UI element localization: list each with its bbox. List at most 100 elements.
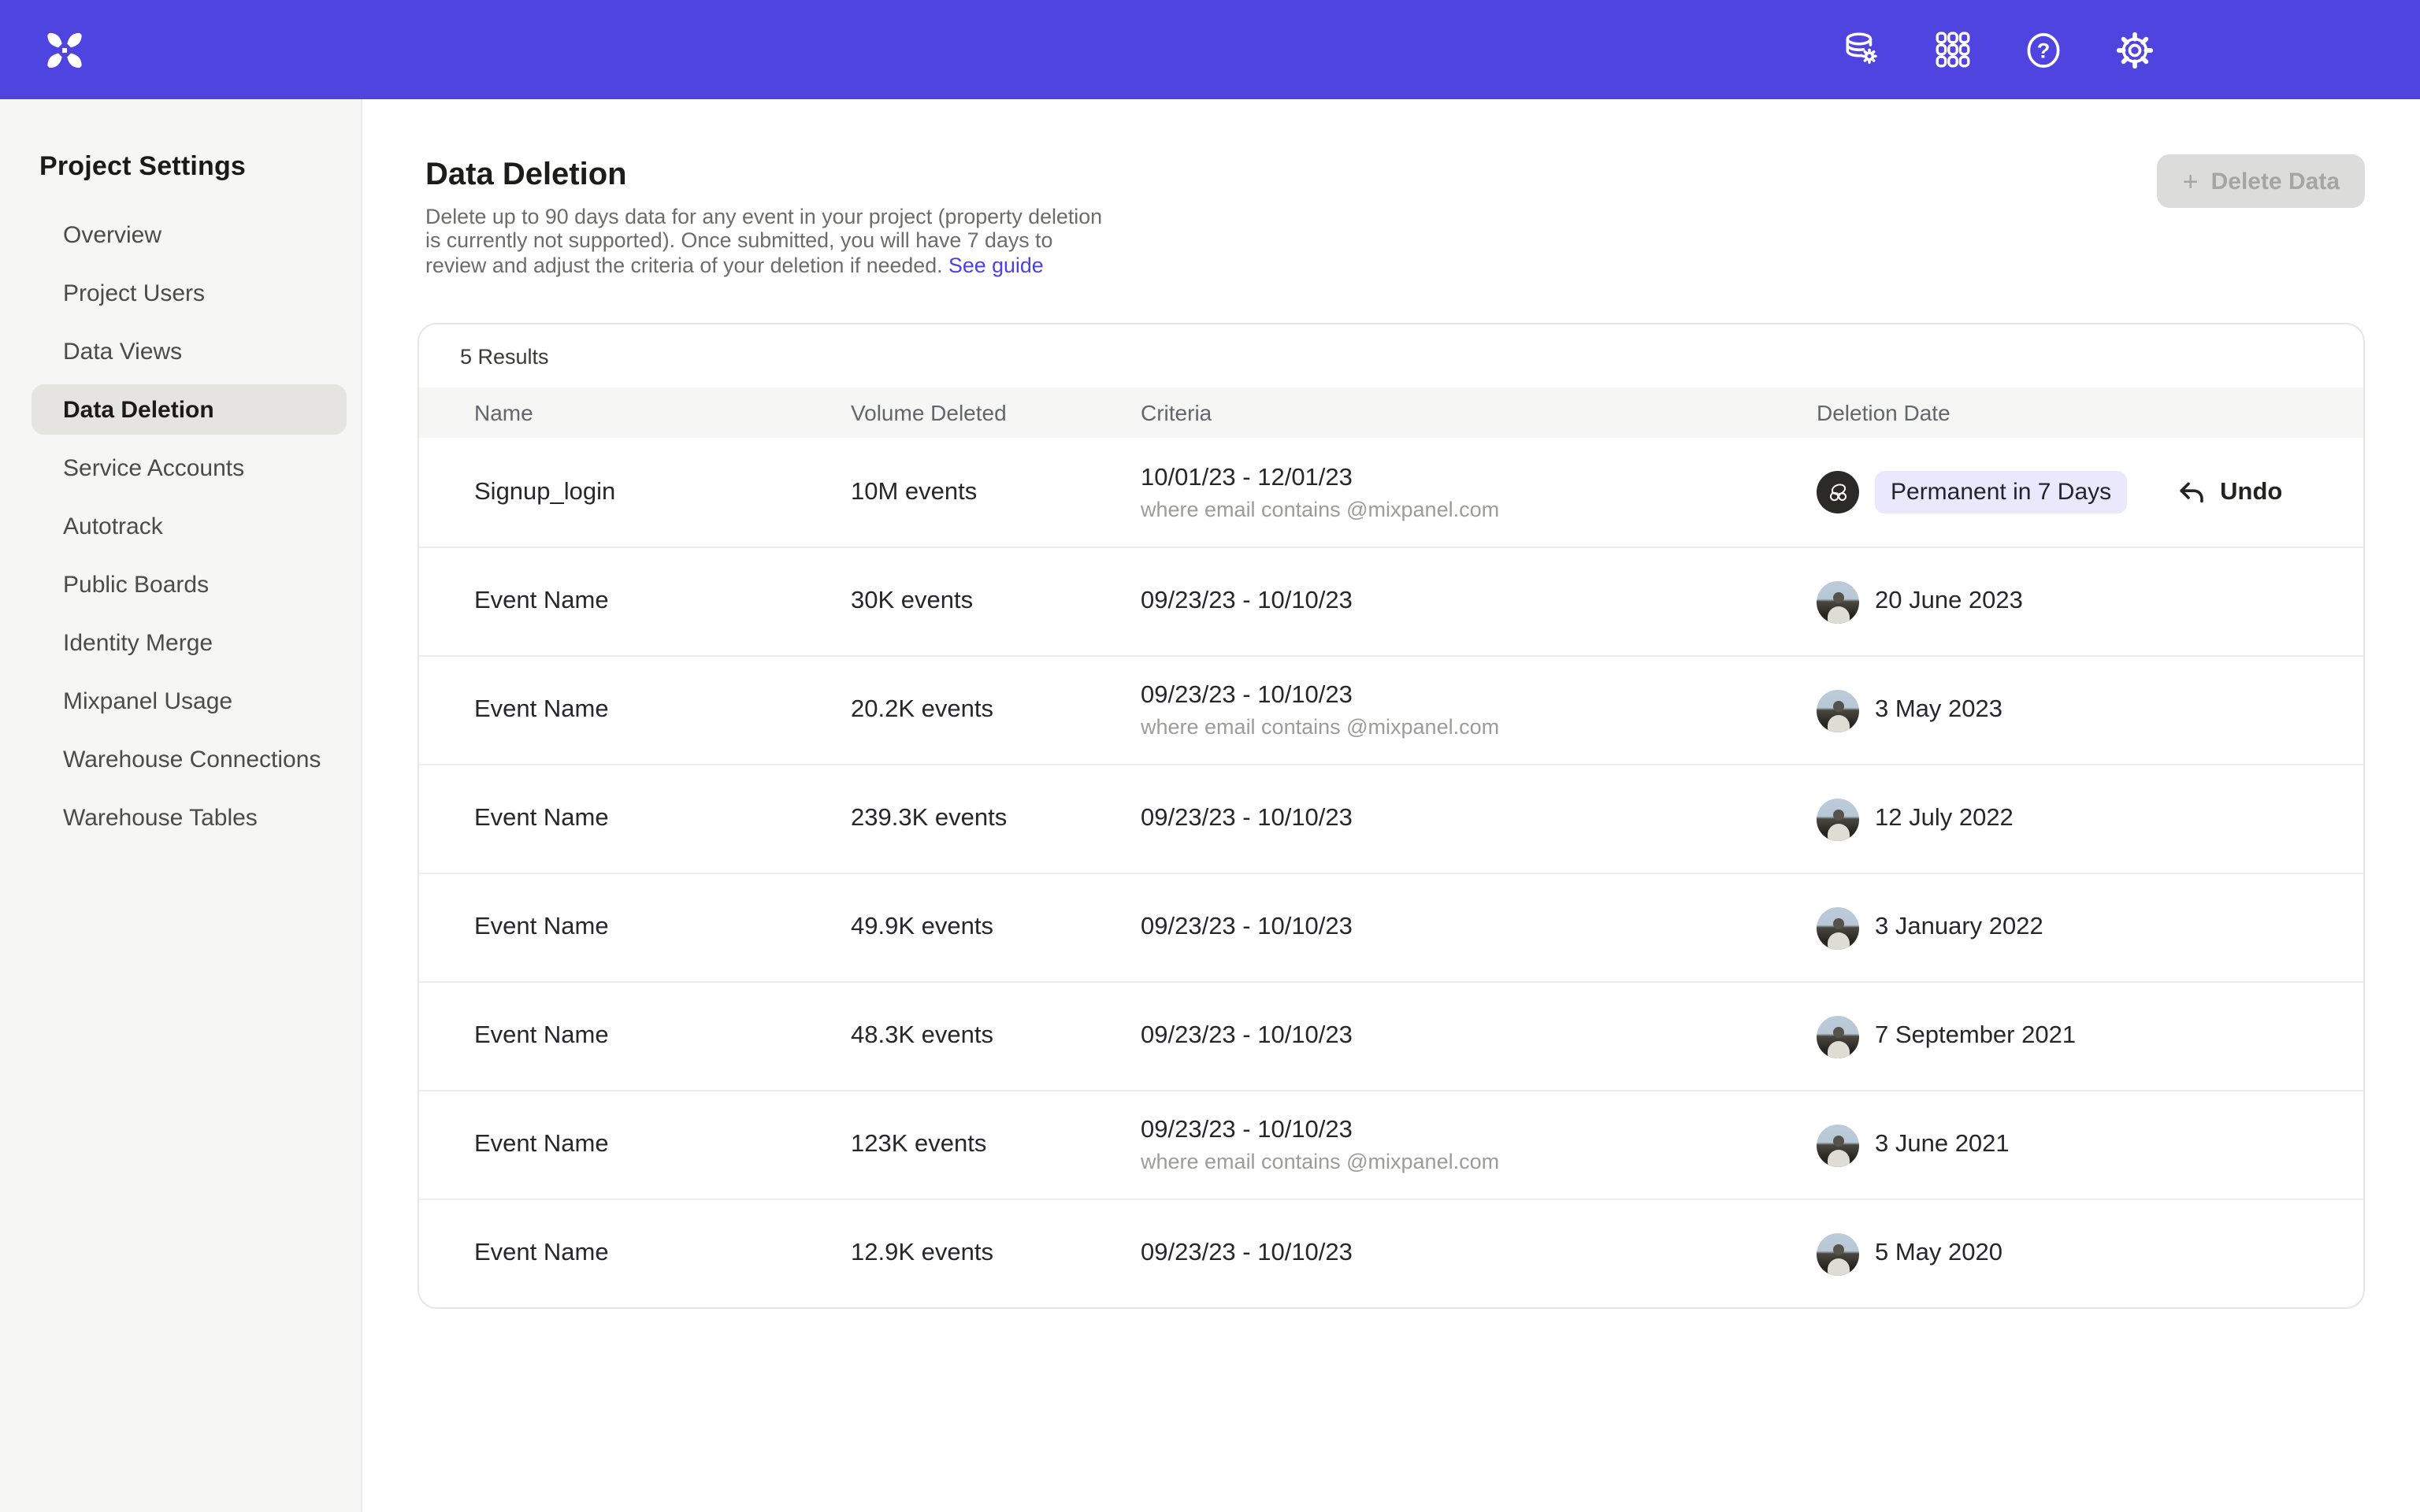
row-deletion-date: Permanent in 7 Days Undo — [1817, 471, 2316, 513]
row-deletion-date: 20 June 2023 — [1817, 580, 2316, 623]
criteria-range: 09/23/23 - 10/10/23 — [1141, 805, 1817, 833]
row-deletion-date: 5 May 2020 — [1817, 1232, 2316, 1275]
see-guide-link[interactable]: See guide — [948, 254, 1044, 277]
row-deletion-date: 3 January 2022 — [1817, 906, 2316, 949]
row-deletion-date: 12 July 2022 — [1817, 798, 2316, 840]
table-row: Event Name 30K events 09/23/23 - 10/10/2… — [419, 547, 2363, 655]
row-criteria: 09/23/23 - 10/10/23 — [1141, 914, 1817, 942]
sidebar-item-project-users[interactable]: Project Users — [32, 268, 347, 318]
avatar — [1817, 689, 1859, 732]
row-criteria: 09/23/23 - 10/10/23 — [1141, 805, 1817, 833]
svg-text:?: ? — [2037, 37, 2051, 61]
column-header-criteria: Criteria — [1141, 400, 1817, 425]
apps-grid-icon[interactable] — [1932, 29, 1973, 70]
status-badge: Permanent in 7 Days — [1875, 471, 2127, 513]
row-name: Event Name — [474, 914, 851, 942]
row-volume: 20.2K events — [851, 696, 1141, 724]
row-deletion-date: 7 September 2021 — [1817, 1015, 2316, 1058]
criteria-subtext: where email contains @mixpanel.com — [1141, 715, 1817, 739]
row-volume: 48.3K events — [851, 1022, 1141, 1051]
criteria-range: 09/23/23 - 10/10/23 — [1141, 1022, 1817, 1051]
avatar — [1817, 1232, 1859, 1275]
criteria-range: 09/23/23 - 10/10/23 — [1141, 682, 1817, 710]
row-name: Event Name — [474, 805, 851, 833]
mixpanel-x-mark — [44, 29, 85, 70]
row-name: Event Name — [474, 1131, 851, 1159]
row-volume: 123K events — [851, 1131, 1141, 1159]
deleted-on-date: 3 June 2021 — [1875, 1131, 2010, 1159]
project-settings-sidebar: Project Settings Overview Project Users … — [0, 99, 362, 1512]
row-volume: 239.3K events — [851, 805, 1141, 833]
table-header-row: Name Volume Deleted Criteria Deletion Da… — [419, 387, 2363, 438]
sidebar-item-data-views[interactable]: Data Views — [32, 326, 347, 376]
sidebar-item-autotrack[interactable]: Autotrack — [32, 501, 347, 551]
page-title: Data Deletion — [425, 154, 2420, 195]
settings-icon[interactable] — [2114, 29, 2155, 70]
sidebar-item-public-boards[interactable]: Public Boards — [32, 559, 347, 610]
criteria-range: 09/23/23 - 10/10/23 — [1141, 914, 1817, 942]
row-deletion-date: 3 May 2023 — [1817, 689, 2316, 732]
data-management-icon[interactable] — [1840, 29, 1881, 70]
mixpanel-logo-icon[interactable] — [43, 28, 87, 72]
row-criteria: 09/23/23 - 10/10/23 — [1141, 1022, 1817, 1051]
row-criteria: 09/23/23 - 10/10/23 where email contains… — [1141, 1117, 1817, 1173]
row-volume: 30K events — [851, 587, 1141, 616]
deleted-on-date: 20 June 2023 — [1875, 587, 2023, 616]
sidebar-item-identity-merge[interactable]: Identity Merge — [32, 617, 347, 668]
sidebar-item-warehouse-connections[interactable]: Warehouse Connections — [32, 734, 347, 784]
avatar — [1817, 1124, 1859, 1166]
deleted-on-date: 3 May 2023 — [1875, 696, 2002, 724]
delete-data-button[interactable]: + Delete Data — [2158, 154, 2365, 208]
deleted-on-date: 3 January 2022 — [1875, 914, 2043, 942]
results-count: 5 Results — [419, 324, 2363, 387]
sidebar-item-overview[interactable]: Overview — [32, 209, 347, 260]
deleted-on-date: 7 September 2021 — [1875, 1022, 2076, 1051]
criteria-subtext: where email contains @mixpanel.com — [1141, 497, 1817, 521]
table-row: Event Name 239.3K events 09/23/23 - 10/1… — [419, 764, 2363, 873]
criteria-range: 10/01/23 - 12/01/23 — [1141, 464, 1817, 492]
avatar — [1817, 906, 1859, 949]
page-description: Delete up to 90 days data for any event … — [425, 205, 1119, 277]
criteria-subtext: where email contains @mixpanel.com — [1141, 1150, 1817, 1173]
help-icon[interactable]: ? — [2023, 29, 2064, 70]
table-row: Event Name 49.9K events 09/23/23 - 10/10… — [419, 873, 2363, 981]
table-row: Event Name 20.2K events 09/23/23 - 10/10… — [419, 655, 2363, 764]
avatar — [1817, 1015, 1859, 1058]
row-criteria: 09/23/23 - 10/10/23 where email contains… — [1141, 682, 1817, 739]
row-name: Event Name — [474, 587, 851, 616]
main-content: Data Deletion Delete up to 90 days data … — [362, 99, 2420, 1512]
criteria-range: 09/23/23 - 10/10/23 — [1141, 1240, 1817, 1268]
table-row: Event Name 12.9K events 09/23/23 - 10/10… — [419, 1199, 2363, 1307]
row-criteria: 09/23/23 - 10/10/23 — [1141, 587, 1817, 616]
deletion-requests-card: 5 Results Name Volume Deleted Criteria D… — [418, 323, 2365, 1309]
sidebar-item-data-deletion[interactable]: Data Deletion — [32, 384, 347, 435]
sidebar-item-warehouse-tables[interactable]: Warehouse Tables — [32, 792, 347, 843]
row-name: Event Name — [474, 1240, 851, 1268]
topbar-icon-group: ? — [1840, 0, 2155, 99]
sidebar-item-service-accounts[interactable]: Service Accounts — [32, 443, 347, 493]
delete-data-label: Delete Data — [2211, 168, 2340, 195]
row-name: Signup_login — [474, 478, 851, 506]
table-row: Signup_login 10M events 10/01/23 - 12/01… — [419, 438, 2363, 547]
table-row: Event Name 123K events 09/23/23 - 10/10/… — [419, 1090, 2363, 1199]
avatar — [1817, 798, 1859, 840]
column-header-deletion-date: Deletion Date — [1817, 400, 2316, 425]
deleted-on-date: 5 May 2020 — [1875, 1240, 2002, 1268]
criteria-range: 09/23/23 - 10/10/23 — [1141, 1117, 1817, 1145]
undo-label: Undo — [2220, 478, 2282, 506]
undo-icon — [2176, 476, 2207, 508]
column-header-volume-deleted: Volume Deleted — [851, 400, 1141, 425]
row-volume: 10M events — [851, 478, 1141, 506]
avatar — [1817, 580, 1859, 623]
criteria-range: 09/23/23 - 10/10/23 — [1141, 587, 1817, 616]
row-criteria: 10/01/23 - 12/01/23 where email contains… — [1141, 464, 1817, 521]
row-name: Event Name — [474, 696, 851, 724]
top-bar: ? — [0, 0, 2420, 99]
undo-button[interactable]: Undo — [2176, 476, 2282, 508]
row-name: Event Name — [474, 1022, 851, 1051]
avatar — [1817, 471, 1859, 513]
row-criteria: 09/23/23 - 10/10/23 — [1141, 1240, 1817, 1268]
plus-icon: + — [2183, 168, 2199, 195]
deleted-on-date: 12 July 2022 — [1875, 805, 2014, 833]
sidebar-item-mixpanel-usage[interactable]: Mixpanel Usage — [32, 676, 347, 726]
